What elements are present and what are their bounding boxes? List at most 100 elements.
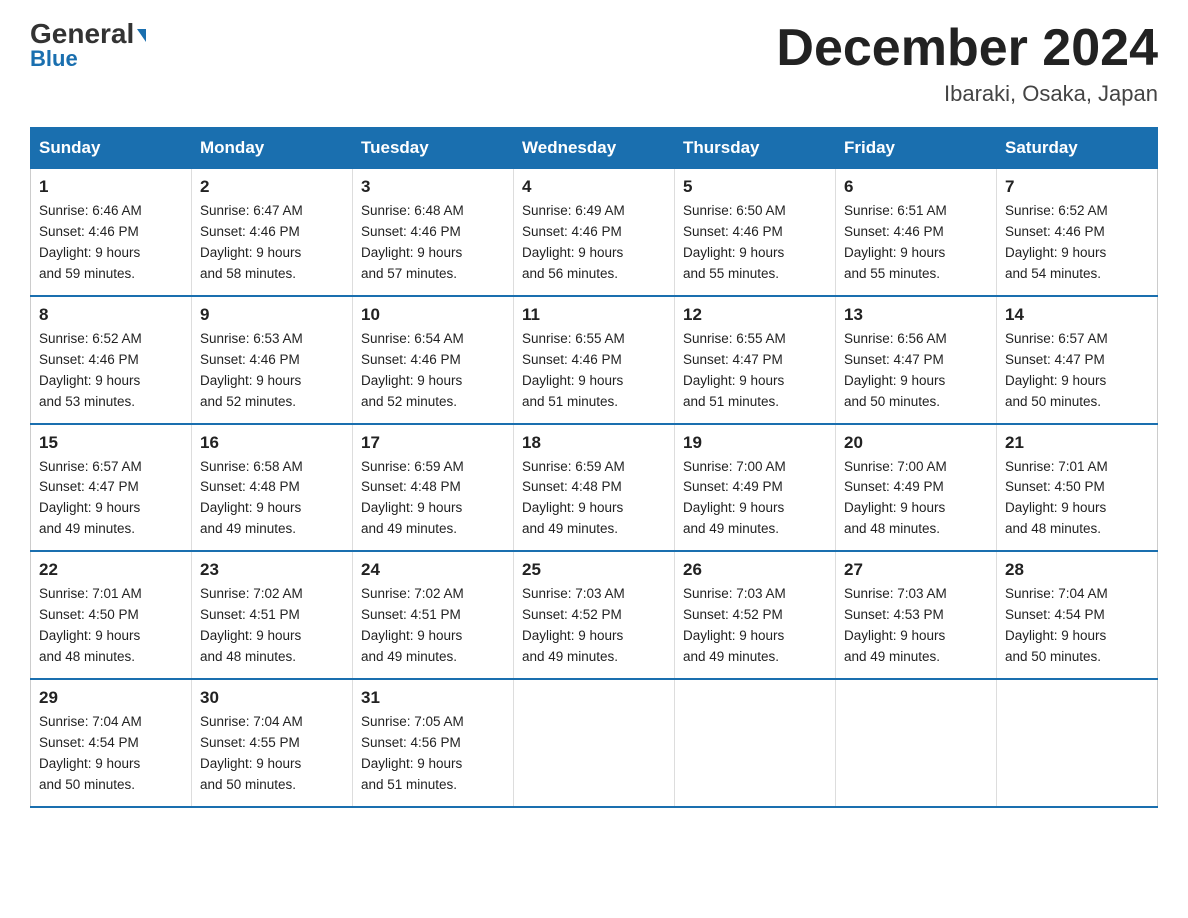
title-block: December 2024 Ibaraki, Osaka, Japan: [776, 20, 1158, 107]
calendar-day-cell: 16 Sunrise: 6:58 AMSunset: 4:48 PMDayligh…: [192, 424, 353, 552]
day-number: 2: [200, 177, 344, 197]
day-number: 27: [844, 560, 988, 580]
weekday-header: Tuesday: [353, 128, 514, 169]
day-number: 8: [39, 305, 183, 325]
day-info: Sunrise: 6:52 AMSunset: 4:46 PMDaylight:…: [39, 329, 183, 413]
weekday-header-row: SundayMondayTuesdayWednesdayThursdayFrid…: [31, 128, 1158, 169]
calendar-day-cell: 11 Sunrise: 6:55 AMSunset: 4:46 PMDayligh…: [514, 296, 675, 424]
day-info: Sunrise: 7:04 AMSunset: 4:55 PMDaylight:…: [200, 712, 344, 796]
calendar-week-row: 29 Sunrise: 7:04 AMSunset: 4:54 PMDayligh…: [31, 679, 1158, 807]
day-number: 16: [200, 433, 344, 453]
day-info: Sunrise: 6:57 AMSunset: 4:47 PMDaylight:…: [1005, 329, 1149, 413]
calendar-day-cell: 5 Sunrise: 6:50 AMSunset: 4:46 PMDaylight…: [675, 169, 836, 296]
day-info: Sunrise: 6:50 AMSunset: 4:46 PMDaylight:…: [683, 201, 827, 285]
calendar-day-cell: 3Sunrise: 6:48 AMSunset: 4:46 PMDaylight…: [353, 169, 514, 296]
weekday-header: Sunday: [31, 128, 192, 169]
calendar-week-row: 8 Sunrise: 6:52 AMSunset: 4:46 PMDaylight…: [31, 296, 1158, 424]
day-number: 26: [683, 560, 827, 580]
calendar-day-cell: 14 Sunrise: 6:57 AMSunset: 4:47 PMDayligh…: [997, 296, 1158, 424]
day-info: Sunrise: 7:04 AMSunset: 4:54 PMDaylight:…: [1005, 584, 1149, 668]
weekday-header: Monday: [192, 128, 353, 169]
calendar-day-cell: 26 Sunrise: 7:03 AMSunset: 4:52 PMDayligh…: [675, 551, 836, 679]
day-info: Sunrise: 6:59 AMSunset: 4:48 PMDaylight:…: [361, 457, 505, 541]
day-info: Sunrise: 7:05 AMSunset: 4:56 PMDaylight:…: [361, 712, 505, 796]
day-number: 1: [39, 177, 183, 197]
weekday-header: Friday: [836, 128, 997, 169]
logo-text-bottom: Blue: [30, 46, 78, 72]
day-info: Sunrise: 7:00 AMSunset: 4:49 PMDaylight:…: [683, 457, 827, 541]
day-number: 7: [1005, 177, 1149, 197]
calendar-day-cell: 17 Sunrise: 6:59 AMSunset: 4:48 PMDayligh…: [353, 424, 514, 552]
day-number: 28: [1005, 560, 1149, 580]
day-info: Sunrise: 7:01 AMSunset: 4:50 PMDaylight:…: [1005, 457, 1149, 541]
calendar-day-cell: 13Sunrise: 6:56 AMSunset: 4:47 PMDayligh…: [836, 296, 997, 424]
day-info: Sunrise: 7:03 AMSunset: 4:52 PMDaylight:…: [522, 584, 666, 668]
day-number: 6: [844, 177, 988, 197]
day-number: 29: [39, 688, 183, 708]
day-info: Sunrise: 6:55 AMSunset: 4:46 PMDaylight:…: [522, 329, 666, 413]
calendar-subtitle: Ibaraki, Osaka, Japan: [776, 81, 1158, 107]
day-info: Sunrise: 6:48 AMSunset: 4:46 PMDaylight:…: [361, 201, 505, 285]
day-number: 19: [683, 433, 827, 453]
day-info: Sunrise: 6:59 AMSunset: 4:48 PMDaylight:…: [522, 457, 666, 541]
weekday-header: Wednesday: [514, 128, 675, 169]
day-number: 14: [1005, 305, 1149, 325]
day-info: Sunrise: 7:02 AMSunset: 4:51 PMDaylight:…: [361, 584, 505, 668]
day-info: Sunrise: 6:46 AMSunset: 4:46 PMDaylight:…: [39, 201, 183, 285]
day-number: 20: [844, 433, 988, 453]
calendar-day-cell: 6 Sunrise: 6:51 AMSunset: 4:46 PMDaylight…: [836, 169, 997, 296]
day-number: 17: [361, 433, 505, 453]
day-info: Sunrise: 6:47 AMSunset: 4:46 PMDaylight:…: [200, 201, 344, 285]
day-number: 13: [844, 305, 988, 325]
calendar-day-cell: 19 Sunrise: 7:00 AMSunset: 4:49 PMDayligh…: [675, 424, 836, 552]
calendar-day-cell: 21 Sunrise: 7:01 AMSunset: 4:50 PMDayligh…: [997, 424, 1158, 552]
calendar-title: December 2024: [776, 20, 1158, 77]
calendar-day-cell: 31 Sunrise: 7:05 AMSunset: 4:56 PMDayligh…: [353, 679, 514, 807]
calendar-day-cell: 1 Sunrise: 6:46 AMSunset: 4:46 PMDaylight…: [31, 169, 192, 296]
calendar-day-cell: 2 Sunrise: 6:47 AMSunset: 4:46 PMDaylight…: [192, 169, 353, 296]
day-info: Sunrise: 7:03 AMSunset: 4:52 PMDaylight:…: [683, 584, 827, 668]
calendar-day-cell: [836, 679, 997, 807]
calendar-day-cell: 8 Sunrise: 6:52 AMSunset: 4:46 PMDaylight…: [31, 296, 192, 424]
day-number: 10: [361, 305, 505, 325]
calendar-week-row: 1 Sunrise: 6:46 AMSunset: 4:46 PMDaylight…: [31, 169, 1158, 296]
calendar-week-row: 22 Sunrise: 7:01 AMSunset: 4:50 PMDayligh…: [31, 551, 1158, 679]
calendar-day-cell: 23 Sunrise: 7:02 AMSunset: 4:51 PMDayligh…: [192, 551, 353, 679]
day-number: 5: [683, 177, 827, 197]
day-number: 4: [522, 177, 666, 197]
weekday-header: Saturday: [997, 128, 1158, 169]
calendar-day-cell: 24 Sunrise: 7:02 AMSunset: 4:51 PMDayligh…: [353, 551, 514, 679]
day-number: 31: [361, 688, 505, 708]
calendar-table: SundayMondayTuesdayWednesdayThursdayFrid…: [30, 127, 1158, 807]
day-info: Sunrise: 6:54 AMSunset: 4:46 PMDaylight:…: [361, 329, 505, 413]
day-number: 25: [522, 560, 666, 580]
calendar-day-cell: 10 Sunrise: 6:54 AMSunset: 4:46 PMDayligh…: [353, 296, 514, 424]
calendar-day-cell: 4 Sunrise: 6:49 AMSunset: 4:46 PMDaylight…: [514, 169, 675, 296]
calendar-day-cell: 25 Sunrise: 7:03 AMSunset: 4:52 PMDayligh…: [514, 551, 675, 679]
calendar-day-cell: 27Sunrise: 7:03 AMSunset: 4:53 PMDayligh…: [836, 551, 997, 679]
day-number: 24: [361, 560, 505, 580]
day-number: 11: [522, 305, 666, 325]
calendar-week-row: 15Sunrise: 6:57 AMSunset: 4:47 PMDayligh…: [31, 424, 1158, 552]
day-number: 21: [1005, 433, 1149, 453]
day-number: 22: [39, 560, 183, 580]
calendar-day-cell: 30Sunrise: 7:04 AMSunset: 4:55 PMDayligh…: [192, 679, 353, 807]
calendar-day-cell: 15Sunrise: 6:57 AMSunset: 4:47 PMDayligh…: [31, 424, 192, 552]
day-info: Sunrise: 7:01 AMSunset: 4:50 PMDaylight:…: [39, 584, 183, 668]
day-number: 23: [200, 560, 344, 580]
day-info: Sunrise: 6:55 AMSunset: 4:47 PMDaylight:…: [683, 329, 827, 413]
day-info: Sunrise: 7:00 AMSunset: 4:49 PMDaylight:…: [844, 457, 988, 541]
day-info: Sunrise: 6:51 AMSunset: 4:46 PMDaylight:…: [844, 201, 988, 285]
day-info: Sunrise: 6:58 AMSunset: 4:48 PMDaylight:…: [200, 457, 344, 541]
day-info: Sunrise: 6:52 AMSunset: 4:46 PMDaylight:…: [1005, 201, 1149, 285]
day-info: Sunrise: 6:49 AMSunset: 4:46 PMDaylight:…: [522, 201, 666, 285]
calendar-day-cell: 7 Sunrise: 6:52 AMSunset: 4:46 PMDaylight…: [997, 169, 1158, 296]
page-header: General Blue December 2024 Ibaraki, Osak…: [30, 20, 1158, 107]
calendar-day-cell: 20 Sunrise: 7:00 AMSunset: 4:49 PMDayligh…: [836, 424, 997, 552]
day-info: Sunrise: 6:53 AMSunset: 4:46 PMDaylight:…: [200, 329, 344, 413]
day-number: 18: [522, 433, 666, 453]
day-info: Sunrise: 7:02 AMSunset: 4:51 PMDaylight:…: [200, 584, 344, 668]
calendar-day-cell: 29 Sunrise: 7:04 AMSunset: 4:54 PMDayligh…: [31, 679, 192, 807]
calendar-day-cell: 22 Sunrise: 7:01 AMSunset: 4:50 PMDayligh…: [31, 551, 192, 679]
day-info: Sunrise: 7:04 AMSunset: 4:54 PMDaylight:…: [39, 712, 183, 796]
